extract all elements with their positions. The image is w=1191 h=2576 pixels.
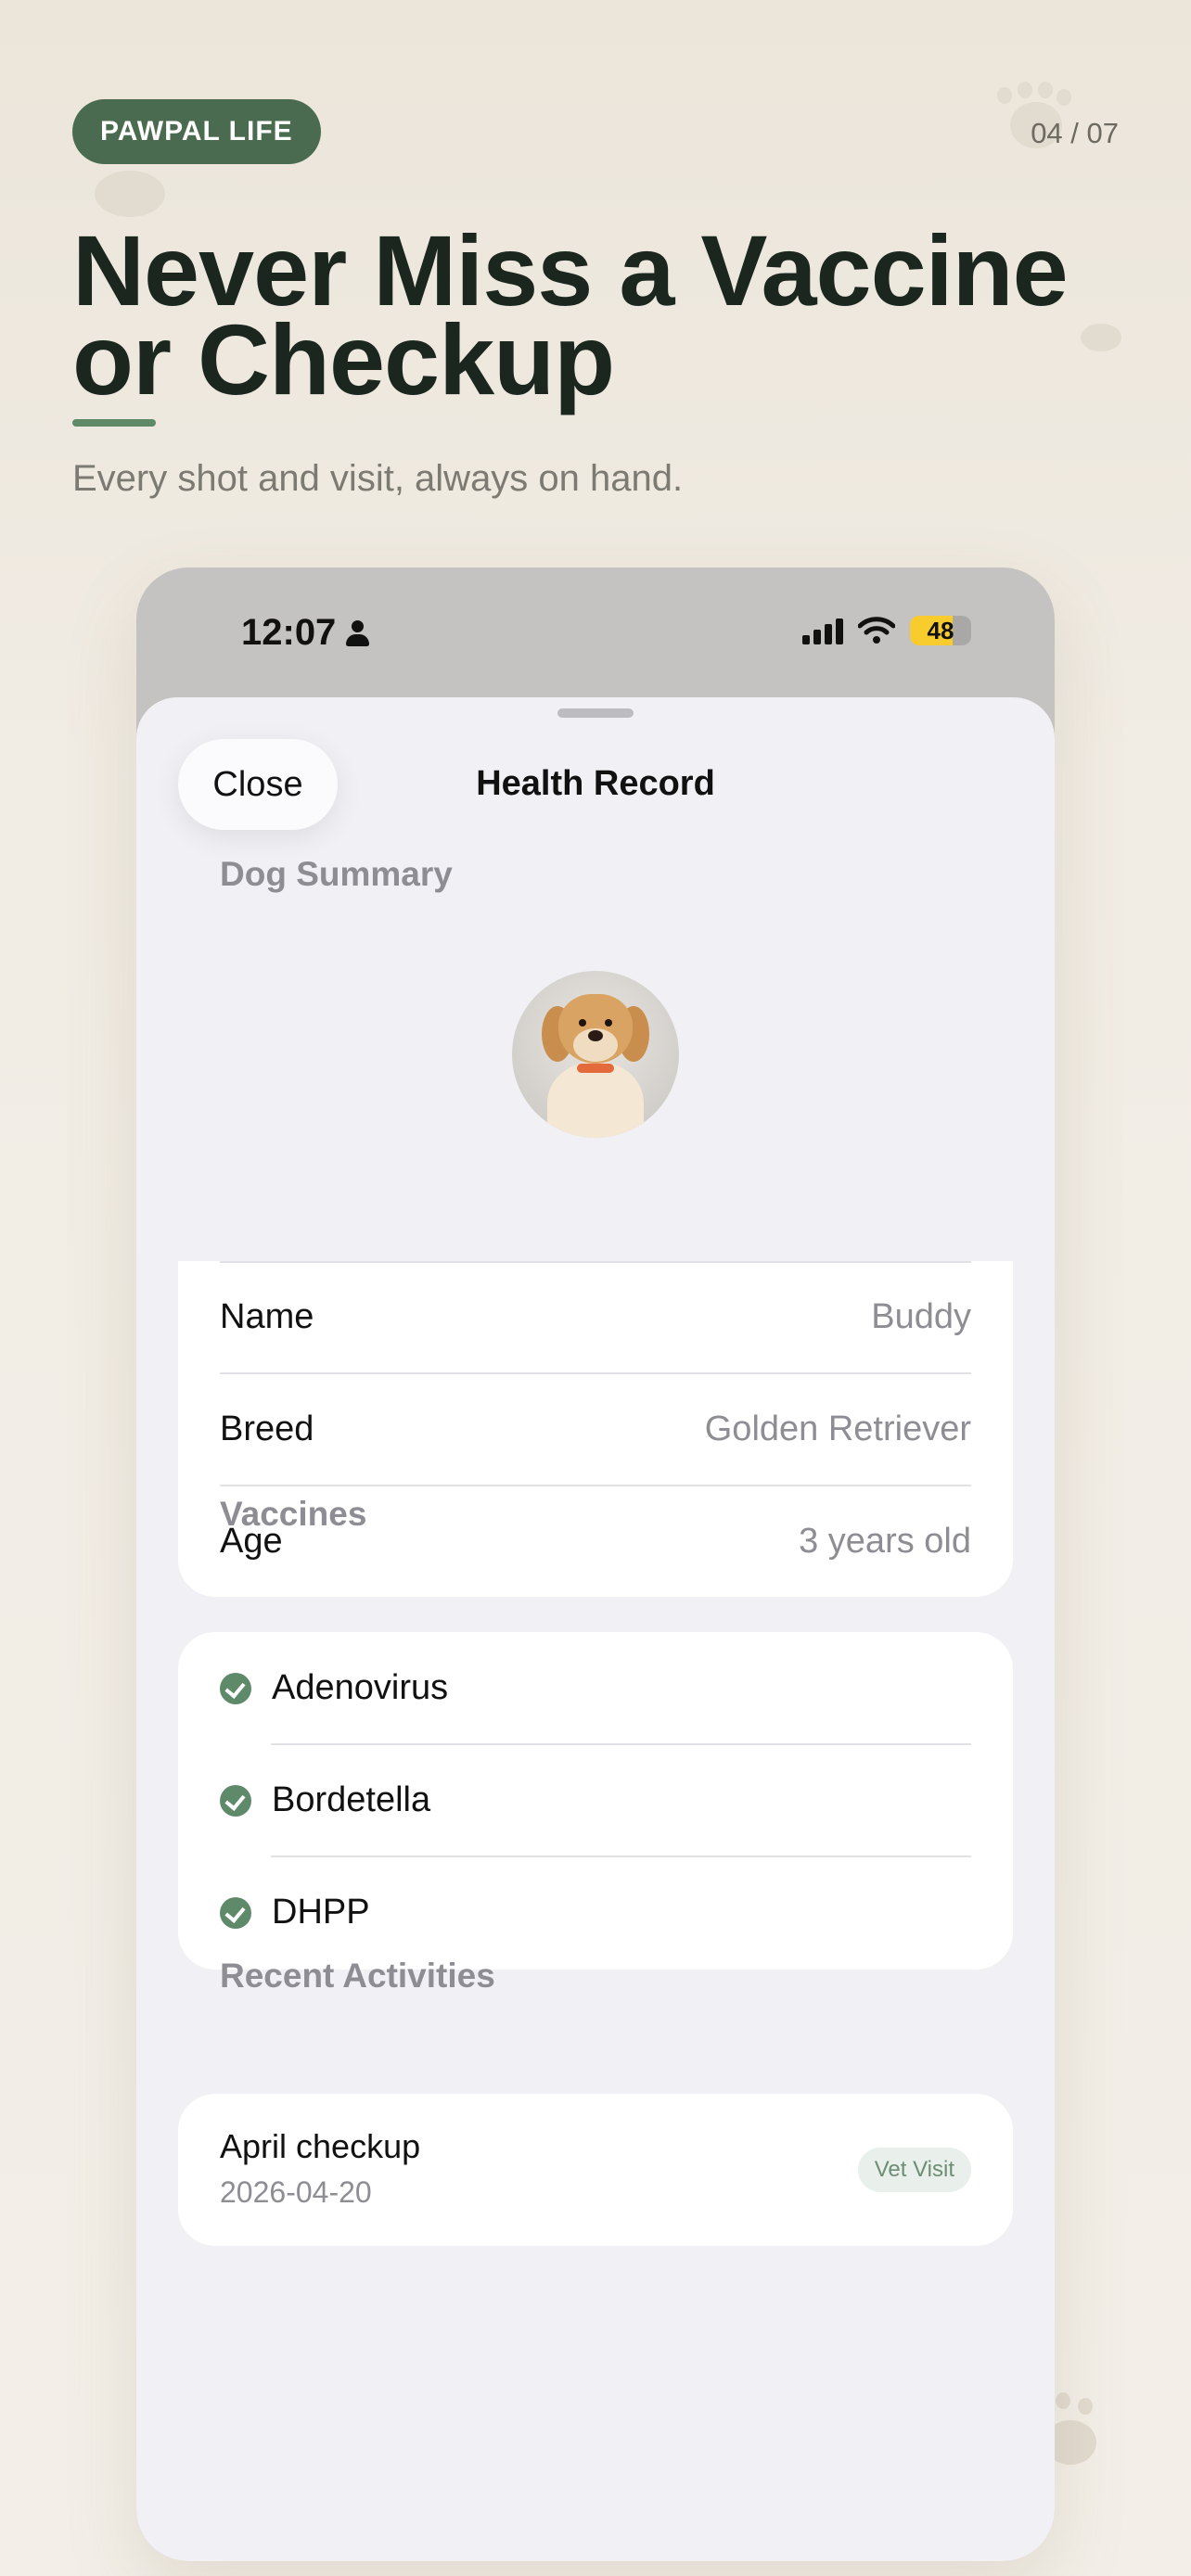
vaccine-name: DHPP <box>272 1893 370 1932</box>
activity-item[interactable]: April checkup 2026-04-20 Vet Visit <box>178 2094 1013 2246</box>
health-record-sheet: Close Health Record Dog Summary Name Bud… <box>136 697 1055 2561</box>
check-circle-icon <box>220 1784 251 1817</box>
dog-summary-header: Dog Summary <box>220 855 453 893</box>
sheet-grabber[interactable] <box>557 708 634 718</box>
headline-underline-accent <box>72 419 156 427</box>
page-counter: 04 / 07 <box>1031 117 1119 149</box>
vaccine-name: Adenovirus <box>272 1668 449 1707</box>
field-row-name: Name Buddy <box>220 1261 971 1373</box>
vaccines-header: Vaccines <box>220 1495 367 1533</box>
brand-badge: PAWPAL LIFE <box>72 99 321 164</box>
dog-summary-card: Name Buddy Breed Golden Retriever Age 3 … <box>178 1261 1013 1597</box>
field-value: 3 years old <box>799 1522 971 1561</box>
field-value: Buddy <box>871 1297 971 1336</box>
vaccine-name: Bordetella <box>272 1780 431 1819</box>
vaccine-item: DHPP <box>220 1856 971 1969</box>
person-icon <box>345 618 370 648</box>
field-label: Breed <box>220 1409 314 1448</box>
check-circle-icon <box>220 1672 251 1704</box>
field-label: Name <box>220 1297 314 1336</box>
activity-title: April checkup <box>220 2127 421 2165</box>
vaccine-item: Adenovirus <box>220 1632 971 1744</box>
subtitle: Every shot and visit, always on hand. <box>72 458 684 499</box>
vaccine-item: Bordetella <box>220 1744 971 1856</box>
status-time: 12:07 <box>241 612 337 653</box>
check-circle-icon <box>220 1896 251 1929</box>
activity-tag: Vet Visit <box>857 2148 971 2192</box>
phone-mockup: 12:07 48 Close Health Record Dog Summary <box>136 567 1055 2561</box>
recent-activities-header: Recent Activities <box>220 1957 495 1995</box>
headline: Never Miss a Vaccine or Checkup <box>72 214 1069 415</box>
status-bar: 12:07 48 <box>136 567 1055 697</box>
wifi-icon <box>858 617 895 644</box>
cellular-signal-icon <box>802 617 843 644</box>
vaccines-card: Adenovirus Bordetella DHPP <box>178 1632 1013 1970</box>
field-row-breed: Breed Golden Retriever <box>220 1373 971 1486</box>
sheet-title: Health Record <box>476 764 715 803</box>
dog-avatar <box>512 971 679 1138</box>
status-icons: 48 <box>802 616 971 645</box>
field-value: Golden Retriever <box>704 1409 971 1448</box>
battery-indicator: 48 <box>910 616 971 645</box>
status-time-group: 12:07 <box>241 612 370 654</box>
activity-date: 2026-04-20 <box>220 2175 372 2209</box>
